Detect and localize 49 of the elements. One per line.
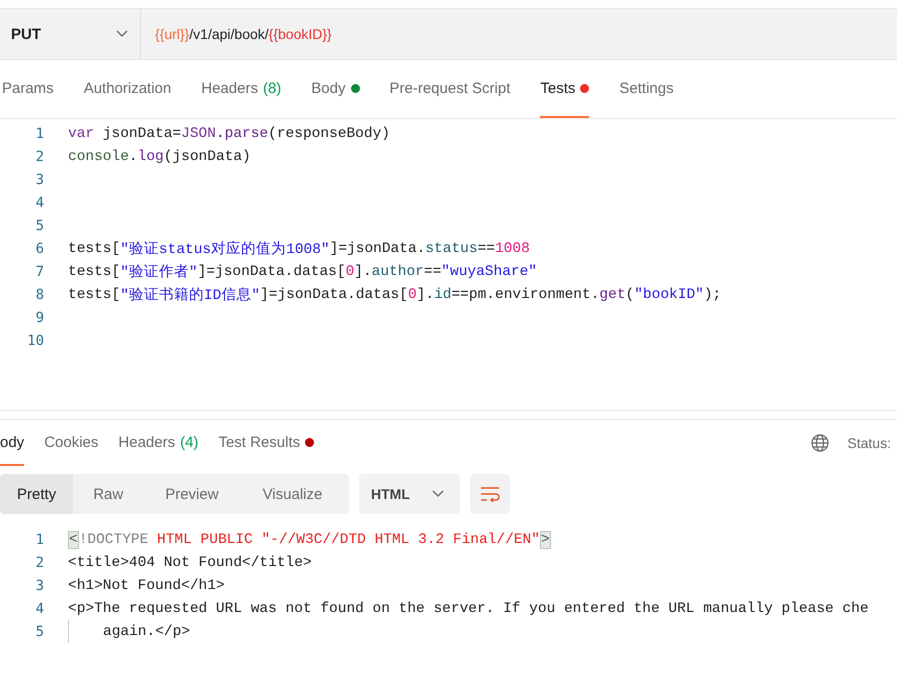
tab[interactable]: Cookies [44, 420, 98, 466]
view-mode-tab[interactable]: Visualize [240, 474, 344, 514]
tab[interactable]: Tests [540, 60, 590, 118]
format-dropdown[interactable]: HTML [359, 474, 460, 514]
wrap-lines-button[interactable] [470, 474, 510, 514]
code-line: tests["验证作者"]=jsonData.datas[0].author=="wuyaShare" [68, 262, 538, 283]
line-number: 8 [34, 286, 45, 302]
line-number: 3 [34, 172, 45, 188]
line-number: 2 [34, 554, 45, 570]
code-line: var jsonData=JSON.parse(responseBody) [68, 124, 390, 144]
tab[interactable]: Test Results [218, 420, 314, 466]
code-line: <title>404 Not Found</title> [68, 554, 312, 572]
wrap-icon [480, 486, 500, 502]
tab[interactable]: Body [311, 60, 360, 118]
line-number: 2 [34, 148, 45, 164]
line-number: 5 [34, 624, 45, 640]
code-line: <!DOCTYPE HTML PUBLIC "-//W3C//DTD HTML 3.2 Final//EN"> [68, 530, 551, 550]
line-number: 5 [34, 218, 45, 234]
tab[interactable]: Settings [619, 60, 674, 118]
code-line: console.log(jsonData) [68, 148, 251, 166]
chevron-down-icon [432, 490, 444, 498]
line-number: 4 [34, 194, 45, 210]
code-line: again.</p> [68, 620, 190, 643]
tab[interactable]: Authorization [84, 60, 172, 118]
globe-icon[interactable] [811, 434, 830, 452]
code-line: <p>The requested URL was not found on the server. If you entered the URL manually please che [68, 600, 869, 618]
code-line: <h1>Not Found</h1> [68, 576, 225, 596]
tab[interactable]: Headers (8) [201, 60, 282, 118]
tab[interactable]: Headers (4) [118, 420, 198, 466]
view-mode-tab[interactable]: Raw [73, 474, 144, 514]
tab[interactable]: Pre-request Script [390, 60, 510, 118]
chevron-down-icon [116, 30, 128, 38]
line-number: 6 [34, 240, 45, 256]
line-number: 10 [26, 332, 45, 348]
tab[interactable]: Params [2, 60, 54, 118]
view-mode-tab[interactable]: Preview [143, 474, 241, 514]
line-number: 1 [34, 532, 45, 548]
view-mode-tab[interactable]: Pretty [0, 474, 74, 514]
line-number: 3 [34, 578, 45, 594]
line-number: 9 [34, 310, 45, 326]
line-number: 1 [34, 126, 45, 142]
url-field[interactable]: {{url}}/v1/api/book/{{bookID}} [141, 9, 897, 59]
line-number: 4 [34, 600, 45, 616]
line-number: 7 [34, 264, 45, 280]
method-dropdown[interactable]: PUT [0, 9, 141, 59]
status-label: Status: [847, 435, 891, 451]
code-line: tests["验证书籍的ID信息"]=jsonData.datas[0].id==pm.environment.get("bookID"); [68, 286, 722, 306]
code-line: tests["验证status对应的值为1008"]=jsonData.status==1008 [68, 240, 530, 260]
tab[interactable]: ody [0, 420, 24, 466]
